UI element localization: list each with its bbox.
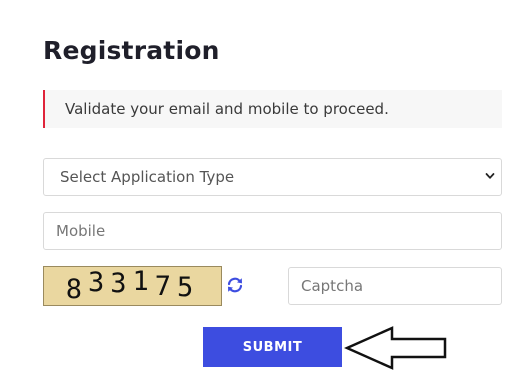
application-type-selected: Select Application Type: [60, 168, 235, 186]
registration-page: Registration Validate your email and mob…: [0, 0, 525, 378]
captcha-input[interactable]: [288, 267, 502, 305]
chevron-down-icon: [485, 173, 495, 179]
submit-button[interactable]: SUBMIT: [203, 327, 342, 367]
captcha-char: 7: [154, 270, 178, 302]
mobile-input[interactable]: [43, 212, 502, 250]
captcha-char: 1: [132, 265, 155, 297]
validation-notice: Validate your email and mobile to procee…: [43, 90, 502, 128]
captcha-image: 8 3 3 1 7 5: [43, 266, 222, 306]
refresh-icon[interactable]: [226, 276, 244, 294]
application-type-select[interactable]: Select Application Type: [43, 158, 502, 196]
page-title: Registration: [43, 36, 220, 65]
captcha-char: 5: [177, 271, 200, 303]
validation-notice-text: Validate your email and mobile to procee…: [65, 100, 389, 118]
captcha-char: 8: [65, 273, 88, 305]
arrow-left-icon: [344, 326, 447, 370]
captcha-char: 3: [87, 266, 111, 298]
captcha-char: 3: [110, 267, 133, 299]
